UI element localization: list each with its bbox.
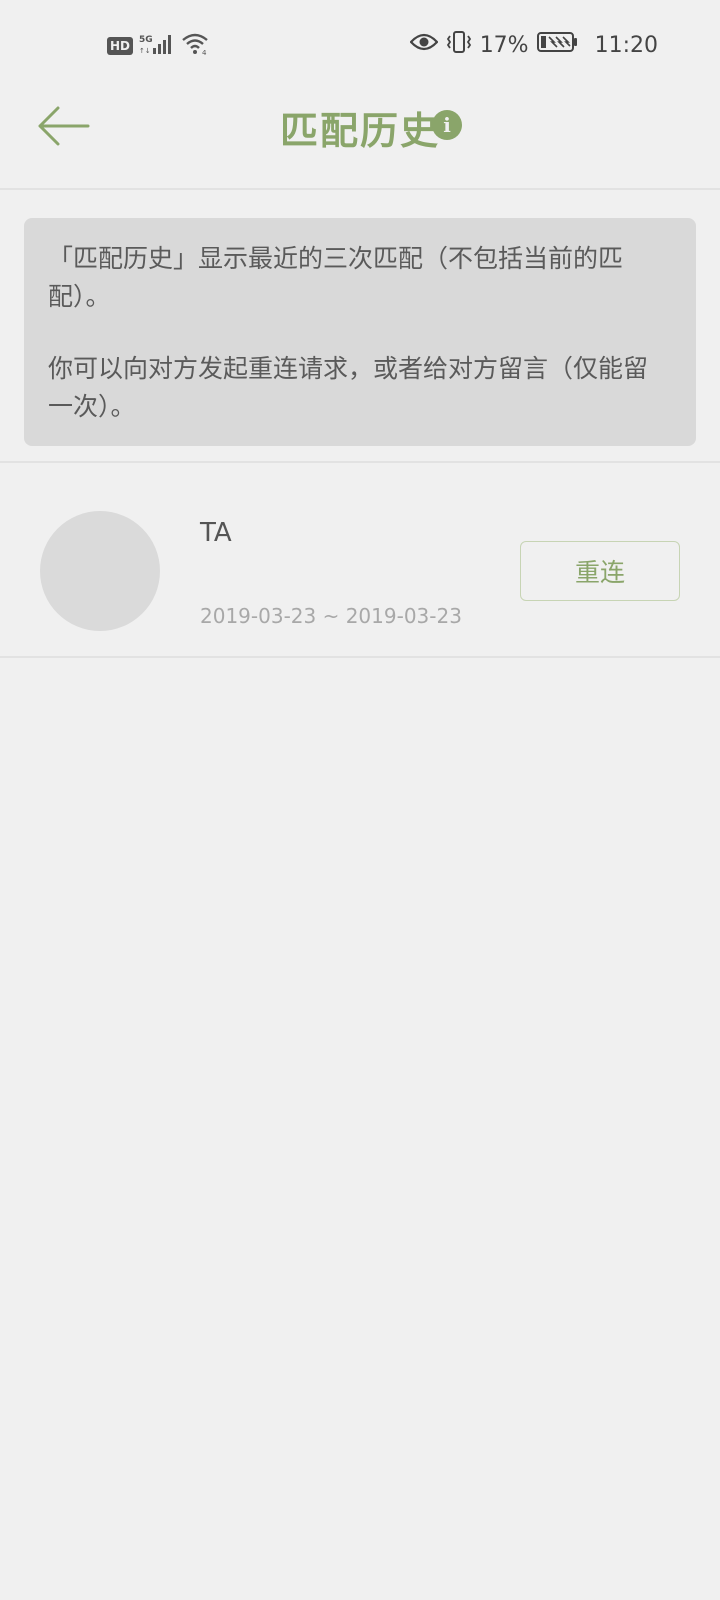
svg-text:4: 4 (202, 49, 207, 56)
reconnect-button[interactable]: 重连 (520, 541, 680, 601)
info-icon[interactable]: i (432, 110, 462, 140)
notice-box: 「匹配历史」显示最近的三次匹配（不包括当前的匹配）。 你可以向对方发起重连请求，… (24, 218, 696, 446)
battery-icon (536, 31, 579, 59)
avatar[interactable] (40, 511, 160, 631)
notice-line-2: 你可以向对方发起重连请求，或者给对方留言（仅能留一次）。 (48, 354, 649, 421)
title-wrap: 匹配历史 (0, 100, 720, 155)
status-left: HD 5G ↑↓ 4 (107, 32, 211, 60)
network-type: 5G (139, 35, 153, 45)
clock: 11:20 (594, 32, 658, 58)
item-divider (0, 656, 720, 658)
list-item: TA 2019-03-23 ~ 2019-03-23 重连 (0, 472, 720, 670)
app-header: 匹配历史 i (0, 90, 720, 188)
status-bar: HD 5G ↑↓ 4 17% 11:20 (0, 0, 720, 90)
hd-badge: HD (107, 37, 134, 55)
vibrate-icon (446, 30, 472, 60)
match-name: TA (200, 518, 232, 548)
battery-percent: 17% (479, 32, 529, 58)
page-title: 匹配历史 (279, 109, 440, 153)
eye-icon (409, 32, 439, 58)
notice-divider (0, 461, 720, 463)
wifi-icon: 4 (181, 32, 211, 60)
match-date-range: 2019-03-23 ~ 2019-03-23 (200, 604, 462, 628)
signal-icon: 5G ↑↓ (139, 32, 175, 60)
svg-text:↑↓: ↑↓ (139, 47, 151, 55)
header-divider (0, 188, 720, 190)
notice-line-1: 「匹配历史」显示最近的三次匹配（不包括当前的匹配）。 (48, 244, 624, 311)
status-right: 17% 11:20 (409, 30, 658, 60)
